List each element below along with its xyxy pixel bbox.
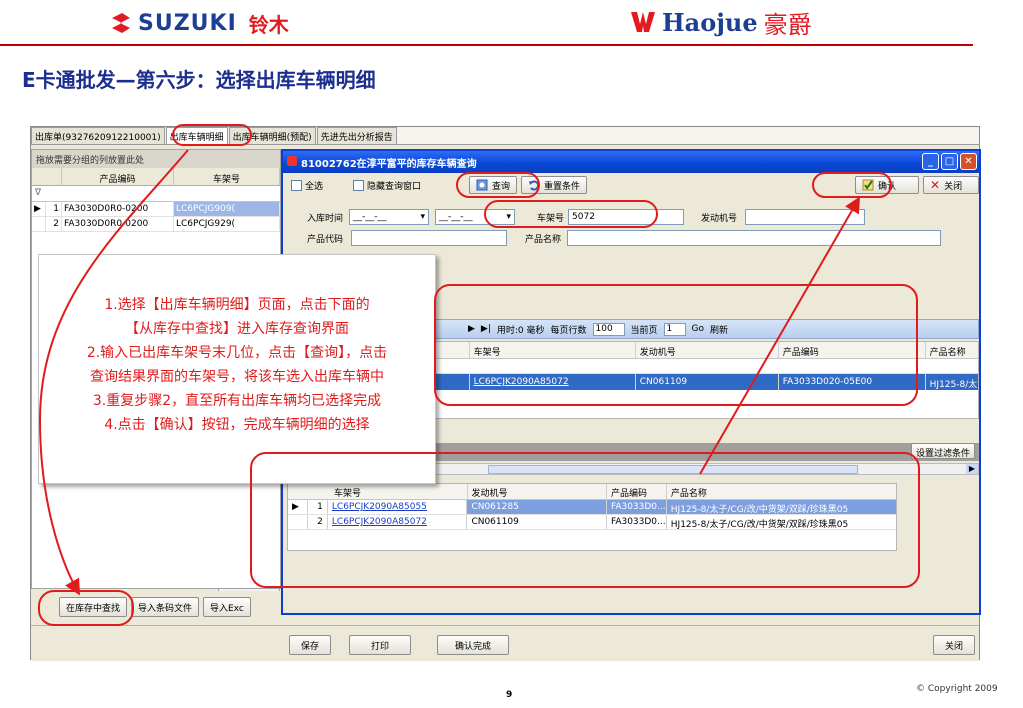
confirm-complete-button[interactable]: 确认完成	[437, 635, 509, 655]
slide-title: E卡通批发—第六步：选择出库车辆明细	[22, 68, 376, 92]
instruction-line: 3.重复步骤2，直至所有出库车辆均已选择完成	[92, 393, 382, 409]
import-barcode-button[interactable]: 导入条码文件	[131, 597, 200, 617]
suzuki-logo: SUZUKI 铃木	[110, 8, 289, 38]
page-number: 9	[506, 690, 513, 700]
filter-icon[interactable]: ∇	[32, 186, 280, 202]
haojue-logo: Haojue 豪爵	[630, 6, 812, 39]
footer-bar: 保存 打印 确认完成 关闭	[31, 625, 979, 661]
engine-row: 发动机号	[701, 209, 866, 225]
tab-fifo-report[interactable]: 先进先出分析报告	[316, 127, 397, 144]
instruction-line: 【从库存中查找】进入库存查询界面	[125, 321, 349, 337]
highlight-result-grid	[434, 284, 918, 406]
close-icon[interactable]: ✕	[960, 153, 977, 170]
instruction-line: 4.点击【确认】按钮，完成车辆明细的选择	[104, 417, 370, 433]
save-button[interactable]: 保存	[289, 635, 331, 655]
select-all-checkbox[interactable]: 全选	[291, 179, 323, 192]
suzuki-name: SUZUKI	[138, 10, 237, 36]
product-code-input[interactable]	[351, 230, 508, 246]
dialog-title: 81002762在淳平富平的库存车辆查询	[301, 159, 477, 170]
instruction-line: 查询结果界面的车架号，将该车选入出库车辆中	[90, 369, 384, 385]
table-row[interactable]: 2 FA3030D0R0-0200 LC6PCJG929(	[32, 217, 280, 232]
column-product-name[interactable]: 产品名称	[926, 342, 978, 358]
haojue-name: Haojue	[662, 7, 758, 37]
scroll-right-icon[interactable]: ▶	[966, 464, 978, 474]
tab-order[interactable]: 出库单(9327620912210001)	[31, 127, 165, 144]
close-x-icon: ✕	[930, 178, 941, 192]
copyright: © Copyright 2009	[916, 684, 998, 694]
grid-header: 产品编码 车架号	[32, 168, 280, 186]
dialog-close-button[interactable]: ✕ 关闭	[923, 176, 979, 194]
set-filter-button[interactable]: 设置过滤条件	[910, 443, 975, 459]
highlight-frame-input	[484, 200, 658, 228]
product-name-input[interactable]	[567, 230, 942, 246]
haojue-cn-name: 豪爵	[763, 10, 812, 39]
product-name-label: 产品名称	[525, 234, 562, 245]
start-date-input[interactable]: __-__-__ ▾	[349, 209, 430, 225]
column-frame-number[interactable]: 车架号	[174, 168, 280, 185]
highlight-tab	[172, 124, 252, 146]
highlight-selected-grid	[250, 452, 920, 588]
checkbox-icon	[291, 179, 302, 191]
group-drop-area[interactable]: 拖放需要分组的列放置此处	[32, 150, 280, 168]
maximize-icon[interactable]: □	[941, 153, 958, 170]
suzuki-cn-name: 铃木	[248, 12, 289, 37]
in-time-label: 入库时间	[307, 213, 344, 224]
product-code-row: 产品代码	[307, 230, 508, 246]
minimize-icon[interactable]: _	[922, 153, 939, 170]
hide-query-window-checkbox[interactable]: 隐藏查询窗口	[353, 179, 421, 192]
column-product-code[interactable]: 产品编码	[62, 168, 174, 185]
engine-label: 发动机号	[701, 213, 738, 224]
instruction-line: 1.选择【出库车辆明细】页面，点击下面的	[104, 297, 370, 313]
import-excel-button[interactable]: 导入Exc	[203, 597, 251, 617]
close-button[interactable]: 关闭	[933, 635, 975, 655]
product-name-row: 产品名称	[525, 230, 942, 246]
highlight-query	[456, 172, 540, 198]
checkbox-icon	[353, 179, 365, 191]
highlight-confirm	[812, 172, 892, 198]
haojue-w-icon	[631, 12, 655, 32]
app-icon	[287, 156, 297, 166]
header-divider	[0, 44, 973, 46]
chevron-down-icon: ▾	[420, 212, 426, 222]
suzuki-s-icon	[112, 13, 130, 33]
instruction-line: 2.输入已出库车架号末几位，点击【查询】，点击	[86, 345, 388, 361]
product-code-label: 产品代码	[307, 234, 344, 245]
print-button[interactable]: 打印	[349, 635, 411, 655]
instruction-callout: 1.选择【出库车辆明细】页面，点击下面的 【从库存中查找】进入库存查询界面 2.…	[38, 254, 436, 484]
highlight-search-stock	[38, 590, 134, 626]
dialog-titlebar[interactable]: 81002762在淳平富平的库存车辆查询 _ □ ✕	[283, 151, 979, 173]
engine-number-input[interactable]	[745, 209, 866, 225]
table-row[interactable]: ▶ 1 FA3030D0R0-0200 LC6PCJG909(	[32, 202, 280, 217]
